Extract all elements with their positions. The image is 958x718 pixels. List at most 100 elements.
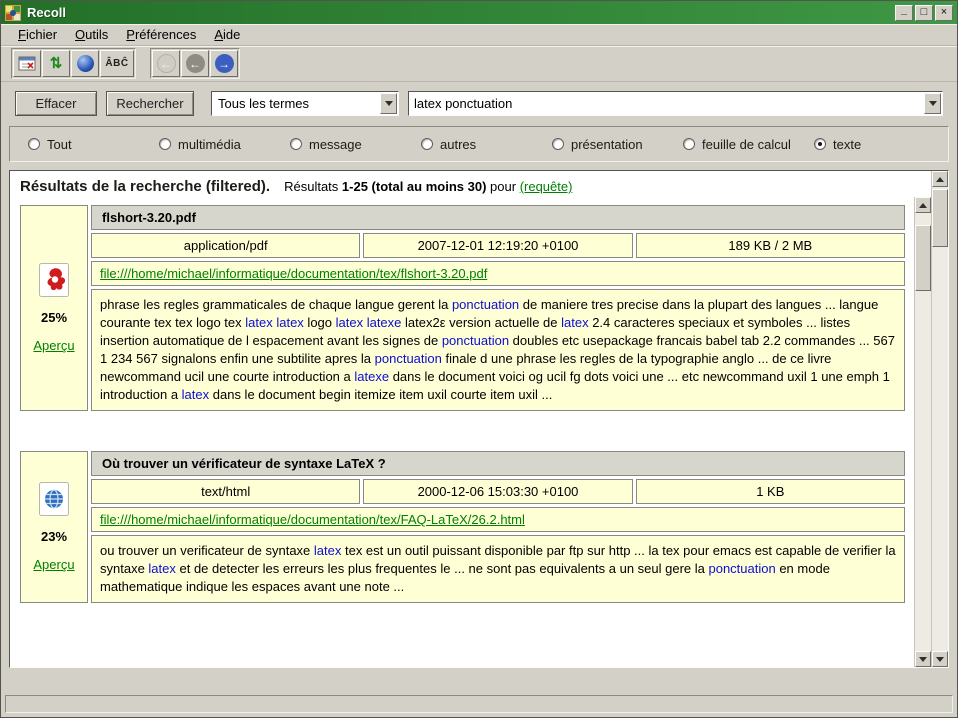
results-summary: Résultats 1-25 (total au moins 30) pour … (284, 179, 572, 194)
result-url-link[interactable]: file:///home/michael/informatique/docume… (100, 512, 525, 527)
relevance-percent: 25% (41, 310, 67, 325)
radio-icon (814, 138, 826, 150)
radio-icon (552, 138, 564, 150)
radio-icon (28, 138, 40, 150)
search-button[interactable]: Rechercher (106, 91, 194, 116)
result-size: 189 KB / 2 MB (636, 233, 905, 258)
term-mode-value: Tous les termes (212, 96, 379, 111)
search-bar: Effacer Rechercher Tous les termes (1, 82, 957, 124)
result-side: 23% Aperçu (20, 451, 88, 603)
results-title: Résultats de la recherche (filtered). (20, 178, 270, 195)
app-icon (5, 5, 21, 21)
minimize-button[interactable]: _ (895, 5, 913, 21)
result-snippet: ou trouver un verificateur de syntaxe la… (91, 535, 905, 603)
result-list: 25% Aperçu flshort-3.20.pdf application/… (10, 197, 914, 667)
maximize-button[interactable]: □ (915, 5, 933, 21)
results-area: Résultats de la recherche (filtered). Rés… (9, 170, 949, 668)
filter-label: multimédia (178, 137, 241, 152)
arrow-left-icon: ← (186, 54, 205, 73)
radio-icon (159, 138, 171, 150)
run-query-button[interactable] (71, 50, 99, 77)
result-title: flshort-3.20.pdf (91, 205, 905, 230)
scroll-up-button[interactable] (932, 171, 948, 187)
menu-fichier[interactable]: Fichier (9, 25, 66, 44)
menu-outils[interactable]: Outils (66, 25, 117, 44)
nav-previous-page-button[interactable]: ← (181, 50, 209, 77)
scrollbar-track[interactable] (915, 213, 931, 651)
result-size: 1 KB (636, 479, 905, 504)
radio-icon (683, 138, 695, 150)
outer-scrollbar[interactable] (931, 171, 948, 667)
menu-aide[interactable]: Aide (205, 25, 249, 44)
filter-multimedia[interactable]: multimédia (159, 137, 290, 152)
pdf-icon (39, 263, 69, 297)
window-controls: _ □ × (895, 5, 953, 21)
titlebar[interactable]: Recoll _ □ × (1, 1, 957, 24)
result-mime: application/pdf (91, 233, 360, 258)
toolbar-group-main: ⇅ ÂBĈ (11, 48, 136, 79)
menu-preferences[interactable]: Préférences (117, 25, 205, 44)
chevron-down-icon[interactable] (380, 93, 397, 114)
results-header: Résultats de la recherche (filtered). Rés… (10, 171, 931, 197)
filter-message[interactable]: message (290, 137, 421, 152)
filter-autres[interactable]: autres (421, 137, 552, 152)
result-item: 23% Aperçu Où trouver un vérificateur de… (20, 451, 905, 603)
filter-texte[interactable]: texte (814, 137, 861, 152)
globe-icon (77, 55, 94, 72)
relevance-percent: 23% (41, 529, 67, 544)
result-side: 25% Aperçu (20, 205, 88, 411)
nav-first-page-button[interactable]: ← (152, 50, 180, 77)
results-summary-prefix: Résultats (284, 179, 338, 194)
result-mime: text/html (91, 479, 360, 504)
arrow-right-icon: → (215, 54, 234, 73)
update-index-button[interactable]: ⇅ (42, 50, 70, 77)
scroll-down-button[interactable] (915, 651, 931, 667)
html-icon (39, 482, 69, 516)
scrollbar-thumb[interactable] (932, 189, 948, 247)
result-url-link[interactable]: file:///home/michael/informatique/docume… (100, 266, 487, 281)
scrollbar-thumb[interactable] (915, 225, 931, 291)
close-button[interactable]: × (935, 5, 953, 21)
toolbar-group-nav: ← ← → (150, 48, 240, 79)
filter-label: Tout (47, 137, 72, 152)
filter-label: présentation (571, 137, 643, 152)
results-range: 1-25 (total au moins 30) (342, 179, 486, 194)
search-input[interactable] (409, 93, 923, 114)
term-explorer-icon: ÂBĈ (105, 58, 128, 69)
toolbar: ⇅ ÂBĈ ← ← → (1, 46, 957, 82)
query-combobox[interactable] (408, 91, 943, 116)
result-title: Où trouver un vérificateur de syntaxe La… (91, 451, 905, 476)
preview-link[interactable]: Aperçu (33, 557, 74, 572)
results-summary-pour: pour (490, 179, 516, 194)
filter-presentation[interactable]: présentation (552, 137, 683, 152)
clear-search-button[interactable] (13, 50, 41, 77)
filter-tout[interactable]: Tout (28, 137, 159, 152)
radio-icon (421, 138, 433, 150)
status-bar (5, 695, 953, 713)
inner-scrollbar[interactable] (914, 197, 931, 667)
term-mode-select[interactable]: Tous les termes (211, 91, 399, 116)
clear-button[interactable]: Effacer (15, 91, 97, 116)
result-item: 25% Aperçu flshort-3.20.pdf application/… (20, 205, 905, 411)
filter-label: message (309, 137, 362, 152)
nav-next-page-button[interactable]: → (210, 50, 238, 77)
chevron-down-icon[interactable] (924, 93, 941, 114)
filter-label: feuille de calcul (702, 137, 791, 152)
menubar: Fichier Outils Préférences Aide (1, 24, 957, 46)
query-link[interactable]: (requête) (520, 179, 573, 194)
scroll-up-button[interactable] (915, 197, 931, 213)
result-date: 2007-12-01 12:19:20 +0100 (363, 233, 632, 258)
filter-feuille-de-calcul[interactable]: feuille de calcul (683, 137, 814, 152)
window-title: Recoll (27, 5, 889, 20)
radio-icon (290, 138, 302, 150)
scrollbar-track[interactable] (932, 187, 948, 651)
preview-link[interactable]: Aperçu (33, 338, 74, 353)
update-index-icon: ⇅ (50, 56, 63, 71)
term-explorer-button[interactable]: ÂBĈ (100, 50, 134, 77)
clear-search-icon (18, 55, 36, 73)
result-snippet: phrase les regles grammaticales de chaqu… (91, 289, 905, 411)
filter-panel: Tout multimédia message autres présentat… (9, 126, 949, 162)
filter-label: autres (440, 137, 476, 152)
scroll-down-button[interactable] (932, 651, 948, 667)
filter-label: texte (833, 137, 861, 152)
